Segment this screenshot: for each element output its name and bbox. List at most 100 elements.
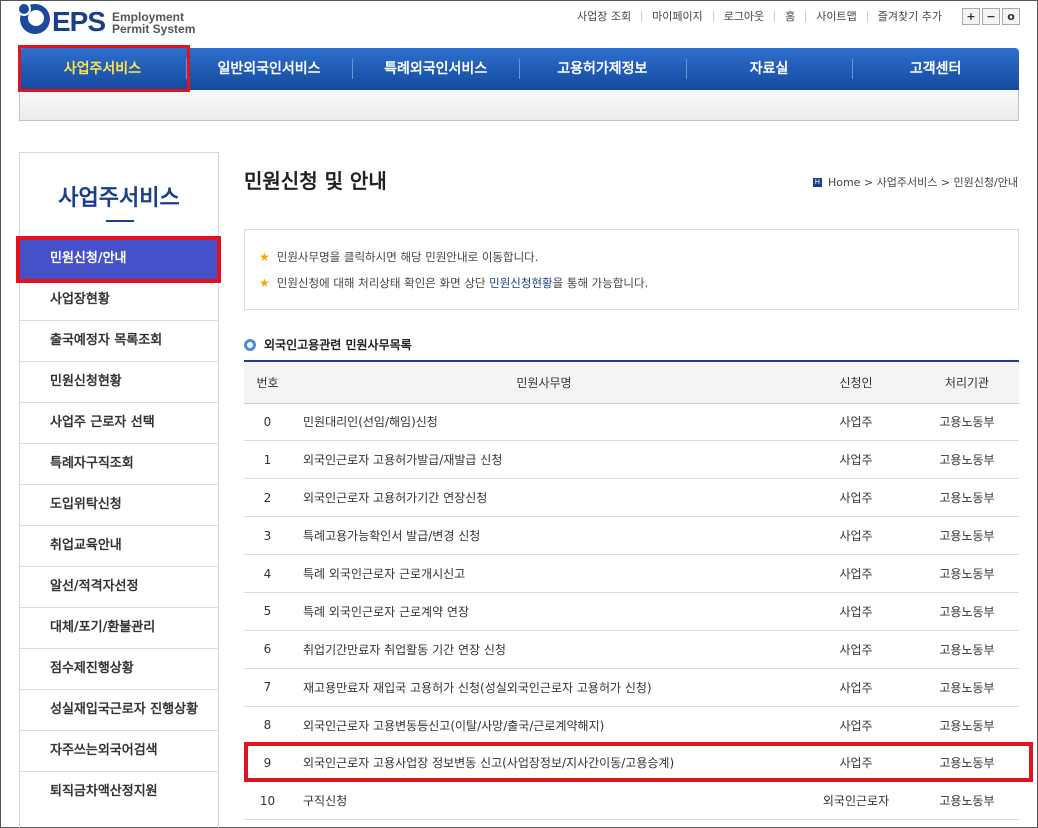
row-name-link[interactable]: 외국인근로자 고용허가기간 연장신청	[291, 478, 797, 518]
logo-sub-line2: Permit System	[112, 22, 196, 36]
row-applicant: 사업주	[797, 440, 915, 480]
link-logout[interactable]: 로그아웃	[712, 11, 774, 22]
row-name-link[interactable]: 구직신청	[291, 781, 797, 821]
sidebar-item-point-system[interactable]: 점수제진행상황	[20, 648, 218, 689]
notice-text-2: 민원신청에 대해 처리상태 확인은 화면 상단	[276, 276, 490, 290]
link-workplace-search[interactable]: 사업장 조회	[567, 11, 641, 22]
row-name-link[interactable]: 특례 외국인근로자 근로개시신고	[291, 554, 797, 593]
notice-line-1: ★ 민원사무명을 클릭하시면 해당 민원안내로 이동합니다.	[259, 249, 1018, 265]
notice-line-2: ★ 민원신청에 대해 처리상태 확인은 화면 상단 민원신청현황 을 통해 가능합…	[259, 275, 1018, 291]
zoom-in-button[interactable]: +	[962, 8, 980, 25]
gnb-eps-info[interactable]: 고용허가제정보	[519, 48, 686, 90]
section-title: 외국인고용관련 민원사무목록	[244, 336, 412, 353]
row-no: 0	[244, 403, 291, 442]
row-applicant: 사업주	[797, 403, 915, 442]
circle-bullet-icon	[244, 338, 256, 351]
gnb-special-foreigner-service[interactable]: 특례외국인서비스	[352, 48, 519, 90]
link-mypage[interactable]: 마이페이지	[641, 11, 713, 22]
row-no: 6	[244, 630, 291, 669]
row-applicant: 사업주	[797, 478, 915, 518]
row-org: 고용노동부	[915, 781, 1019, 821]
row-no: 5	[244, 592, 291, 631]
header-no: 번호	[244, 360, 291, 404]
row-org: 고용노동부	[915, 403, 1019, 442]
gnb-customer-center[interactable]: 고객센터	[852, 48, 1019, 90]
row-org: 고용노동부	[915, 554, 1019, 593]
row-no: 1	[244, 440, 291, 480]
logo-eps-text: EPS	[52, 6, 106, 37]
row-no: 4	[244, 554, 291, 593]
notice-text-1: 민원사무명을 클릭하시면 해당 민원안내로 이동합니다.	[276, 250, 539, 264]
row-org: 고용노동부	[915, 630, 1019, 669]
link-home[interactable]: 홈	[774, 11, 805, 22]
gnb-resources[interactable]: 자료실	[685, 48, 853, 90]
sidebar-item-request-status[interactable]: 민원신청현황	[20, 361, 218, 402]
sidebar-item-reentry-status[interactable]: 성실재입국근로자 진행상황	[20, 689, 218, 730]
row-name-link[interactable]: 재고용만료자 재입국 고용허가 신청(성실외국인근로자 고용허가 신청)	[291, 668, 797, 707]
star-icon: ★	[259, 276, 270, 290]
table-row: 8 외국인근로자 고용변동등신고(이탈/사망/출국/근로계약해지) 사업주 고용노동부	[244, 706, 1019, 745]
sidebar-item-employment-training[interactable]: 취업교육안내	[20, 525, 218, 566]
row-org: 고용노동부	[915, 478, 1019, 518]
row-applicant: 사업주	[797, 630, 915, 669]
breadcrumb-text[interactable]: Home > 사업주서비스 > 민원신청/안내	[828, 174, 1018, 190]
table-row: 6 취업기간만료자 취업활동 기간 연장 신청 사업주 고용노동부	[244, 630, 1019, 669]
row-org: 고용노동부	[915, 706, 1019, 745]
sidebar-item-severance[interactable]: 퇴직금차액산정지원	[20, 771, 218, 812]
row-name-link[interactable]: 특례고용가능확인서 발급/변경 신청	[291, 516, 797, 556]
sidebar-item-workplace-status[interactable]: 사업장현황	[20, 279, 218, 320]
gnb-submenu-bar	[19, 90, 1019, 121]
row-no: 8	[244, 706, 291, 745]
highlight-box-sidebar	[16, 236, 221, 283]
logo-subtitle: Employment Permit System	[112, 11, 195, 35]
row-no: 10	[244, 781, 291, 821]
row-name-link[interactable]: 외국인근로자 고용허가발급/재발급 신청	[291, 440, 797, 480]
star-icon: ★	[259, 250, 270, 264]
section-title-text: 외국인고용관련 민원사무목록	[264, 338, 412, 352]
table-row: 0 민원대리인(선임/해임)신청 사업주 고용노동부	[244, 403, 1019, 442]
row-name-link[interactable]: 외국인근로자 고용변동등신고(이탈/사망/출국/근로계약해지)	[291, 706, 797, 745]
link-add-favorite[interactable]: 즐겨찾기 추가	[866, 11, 952, 22]
table-header-row: 번호 민원사무명 신청인 처리기관	[244, 360, 1019, 404]
notice-box: ★ 민원사무명을 클릭하시면 해당 민원안내로 이동합니다. ★ 민원신청에 대…	[244, 229, 1019, 310]
zoom-reset-button[interactable]: o	[1002, 8, 1020, 25]
row-applicant: 사업주	[797, 554, 915, 593]
sidebar-item-special-job-search[interactable]: 특례자구직조회	[20, 443, 218, 484]
zoom-out-button[interactable]: −	[982, 8, 1000, 25]
sidebar-item-departure-list[interactable]: 출국예정자 목록조회	[20, 320, 218, 361]
header-org: 처리기관	[915, 360, 1019, 404]
zoom-controls: + − o	[962, 8, 1020, 25]
sidebar-title: 사업주서비스	[20, 153, 218, 238]
row-name-link[interactable]: 취업기간만료자 취업활동 기간 연장 신청	[291, 630, 797, 669]
row-org: 고용노동부	[915, 440, 1019, 480]
gnb-general-foreigner-service[interactable]: 일반외국인서비스	[185, 48, 353, 90]
highlight-box-gnb	[18, 45, 190, 92]
eps-logo[interactable]: EPS Employment Permit System	[17, 2, 200, 38]
sidebar-item-worker-selection[interactable]: 사업주 근로자 선택	[20, 402, 218, 443]
sidebar-item-replacement[interactable]: 대체/포기/환불관리	[20, 607, 218, 648]
row-no: 7	[244, 668, 291, 707]
row-applicant: 사업주	[797, 668, 915, 707]
row-name-link[interactable]: 민원대리인(선임/해임)신청	[291, 403, 797, 442]
sidebar-item-referral[interactable]: 알선/적격자선정	[20, 566, 218, 607]
highlight-box-row-9	[244, 742, 1033, 782]
top-utility-links: 사업장 조회 마이페이지 로그아웃 홈 사이트맵 즐겨찾기 추가	[567, 11, 952, 22]
row-applicant: 사업주	[797, 706, 915, 745]
table-row: 3 특례고용가능확인서 발급/변경 신청 사업주 고용노동부	[244, 516, 1019, 556]
row-no: 3	[244, 516, 291, 556]
row-org: 고용노동부	[915, 668, 1019, 707]
table-row: 7 재고용만료자 재입국 고용허가 신청(성실외국인근로자 고용허가 신청) 사업주…	[244, 668, 1019, 707]
row-org: 고용노동부	[915, 516, 1019, 556]
row-applicant: 사업주	[797, 516, 915, 556]
row-name-link[interactable]: 특례 외국인근로자 근로계약 연장	[291, 592, 797, 631]
table-row: 10 구직신청 외국인근로자 고용노동부	[244, 781, 1019, 821]
request-status-link[interactable]: 민원신청현황	[489, 275, 552, 291]
header-name: 민원사무명	[291, 360, 797, 404]
link-sitemap[interactable]: 사이트맵	[805, 11, 866, 22]
sidebar-item-entrustment[interactable]: 도입위탁신청	[20, 484, 218, 525]
row-applicant: 사업주	[797, 592, 915, 631]
sidebar-item-language-search[interactable]: 자주쓰는외국어검색	[20, 730, 218, 771]
breadcrumb: H Home > 사업주서비스 > 민원신청/안내	[812, 174, 1018, 190]
row-applicant: 외국인근로자	[797, 781, 915, 821]
home-icon: H	[812, 177, 822, 187]
